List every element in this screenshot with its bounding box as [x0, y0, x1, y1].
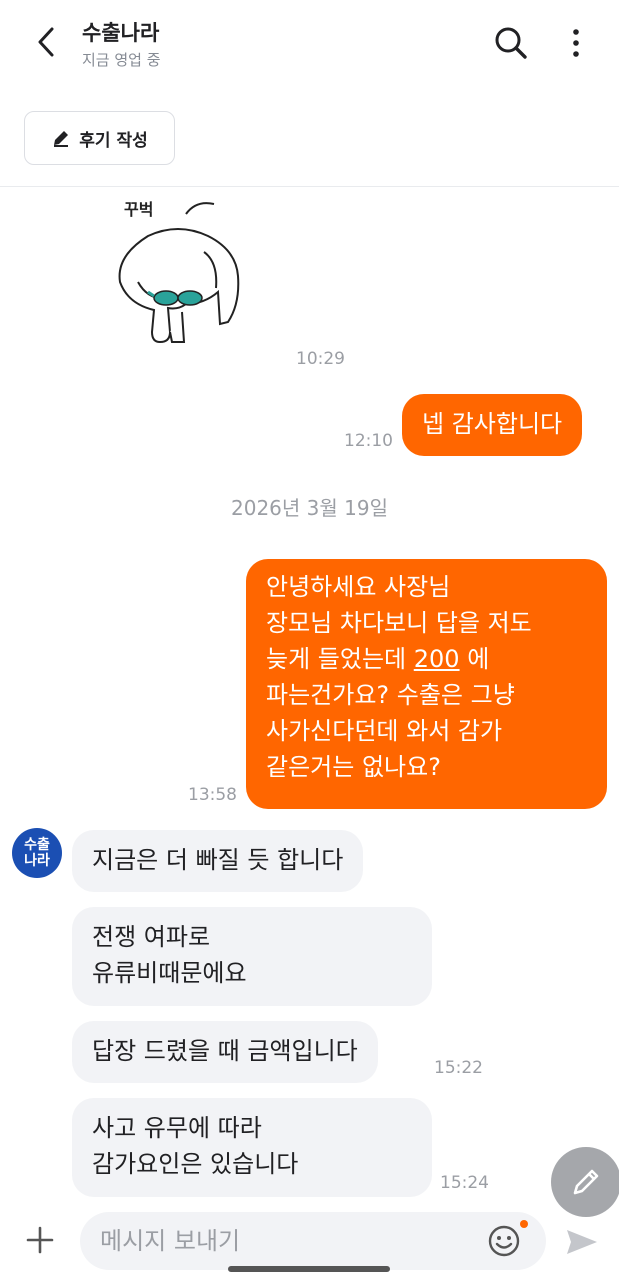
write-review-button[interactable]: 후기 작성 [24, 111, 175, 165]
send-button[interactable] [562, 1222, 602, 1262]
emoji-button[interactable] [486, 1223, 522, 1259]
bow-sticker[interactable]: 꾸벅 [108, 192, 248, 352]
outgoing-message[interactable]: 넵 감사합니다 [402, 394, 583, 456]
outgoing-message[interactable]: 안녕하세요 사장님 장모님 차다보니 답을 저도 늦게 들었는데 200 에 파… [246, 559, 607, 809]
more-vertical-icon [573, 29, 579, 57]
message-input-container [80, 1212, 546, 1270]
message-time: 13:58 [188, 785, 237, 805]
message-text: 답장 드렸을 때 금액입니다 [92, 1037, 358, 1065]
chat-header: 수출나라 지금 영업 중 [0, 0, 619, 88]
pencil-fab-icon [573, 1169, 599, 1195]
message-line: 유류비때문에요 [92, 959, 247, 987]
bowing-character-image [118, 202, 240, 344]
emoji-icon [488, 1225, 520, 1257]
compose-fab-button[interactable] [551, 1147, 619, 1217]
more-options-button[interactable] [560, 22, 592, 64]
message-time: 10:29 [296, 349, 345, 369]
incoming-message[interactable]: 사고 유무에 따라 감가요인은 있습니다 [72, 1098, 432, 1197]
attach-button[interactable] [22, 1222, 58, 1258]
home-indicator [228, 1266, 390, 1272]
date-separator: 2026년 3월 19일 [231, 496, 388, 520]
chat-title: 수출나라 [82, 21, 160, 45]
message-line: 사가신다던데 와서 감가 [266, 717, 503, 745]
message-line: 감가요인은 있습니다 [92, 1150, 299, 1178]
message-time: 15:24 [440, 1173, 489, 1193]
message-text: 넵 감사합니다 [422, 410, 563, 438]
message-text: 지금은 더 빠질 듯 합니다 [92, 846, 344, 874]
message-line: 늦게 들었는데 200 에 [266, 645, 490, 673]
message-line: 파는건가요? 수출은 그냥 [266, 681, 515, 709]
plus-icon [26, 1226, 54, 1254]
back-button[interactable] [26, 22, 66, 62]
incoming-message[interactable]: 전쟁 여파로 유류비때문에요 [72, 907, 432, 1006]
message-line: 같은거는 없나요? [266, 753, 441, 781]
send-icon [567, 1230, 597, 1254]
price-link[interactable]: 200 [414, 645, 460, 673]
avatar[interactable]: 수출 나라 [12, 828, 62, 878]
message-input[interactable] [100, 1212, 480, 1270]
header-divider [0, 186, 619, 187]
message-time: 12:10 [344, 431, 393, 451]
search-button[interactable] [490, 22, 532, 64]
back-arrow-icon [38, 27, 54, 57]
incoming-message[interactable]: 지금은 더 빠질 듯 합니다 [72, 830, 364, 892]
message-line: 안녕하세요 사장님 [266, 573, 451, 601]
message-line: 사고 유무에 따라 [92, 1114, 262, 1142]
pencil-icon [54, 131, 69, 147]
new-badge-dot [520, 1220, 528, 1228]
search-icon [495, 27, 527, 59]
chat-status: 지금 영업 중 [82, 51, 161, 69]
incoming-message[interactable]: 답장 드렸을 때 금액입니다 [72, 1021, 378, 1083]
message-line: 장모님 차다보니 답을 저도 [266, 609, 532, 637]
message-time: 15:22 [434, 1058, 483, 1078]
message-line: 전쟁 여파로 [92, 923, 211, 951]
write-review-label: 후기 작성 [79, 130, 148, 151]
